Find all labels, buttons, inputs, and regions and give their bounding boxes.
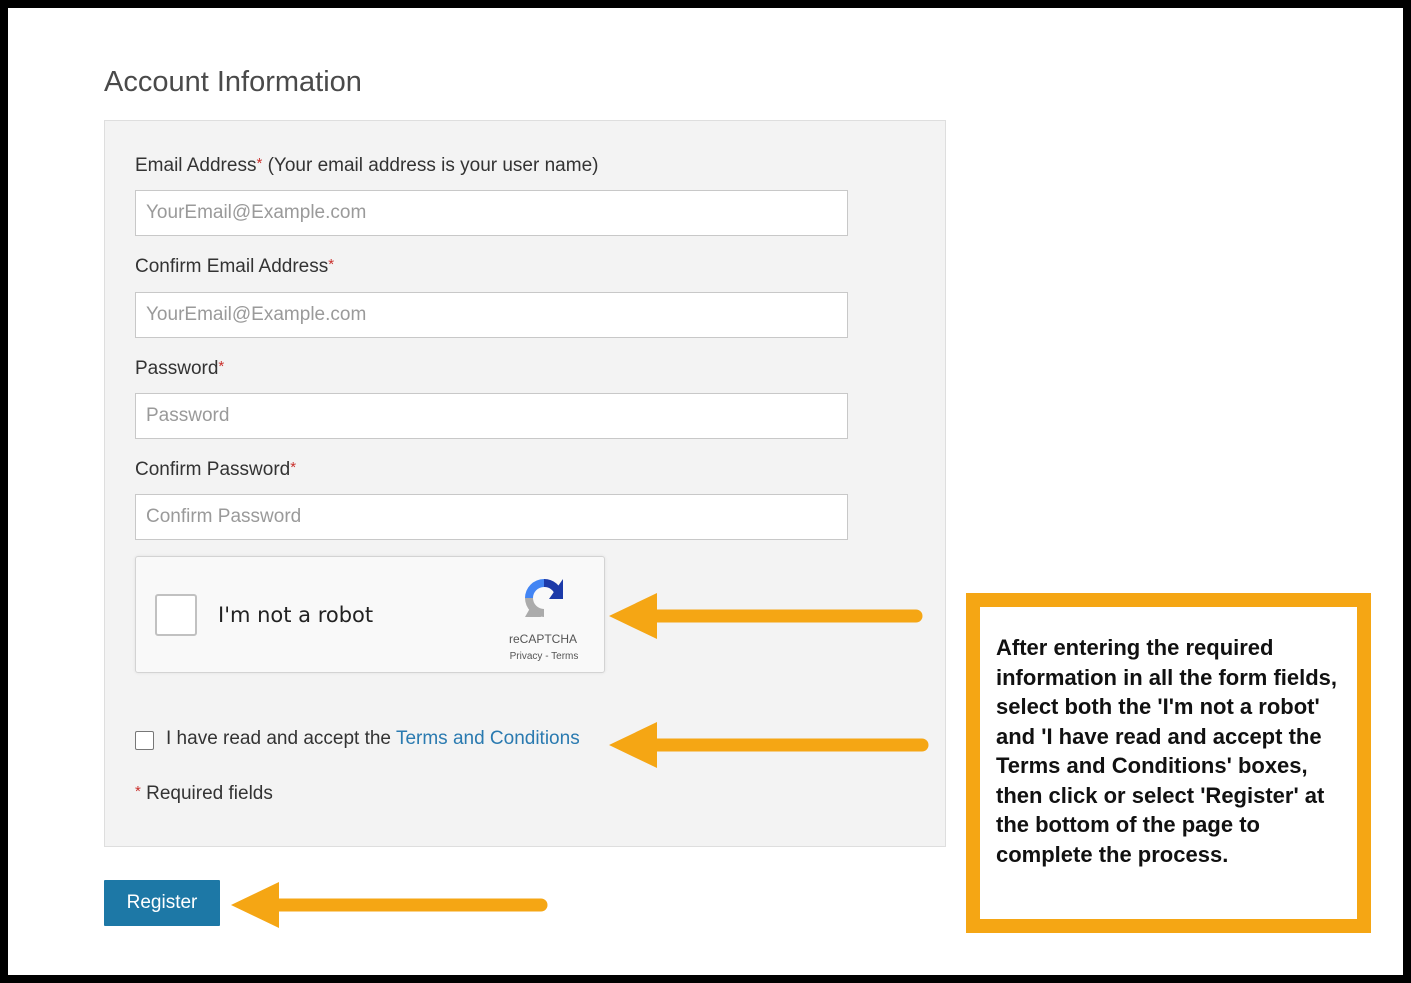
terms-label: I have read and accept the Terms and Con…	[166, 728, 580, 750]
confirm-email-field[interactable]	[135, 292, 848, 338]
confirm-password-field[interactable]	[135, 494, 848, 540]
recaptcha-privacy-link[interactable]: Privacy	[510, 651, 543, 662]
recaptcha-brand: reCAPTCHA	[508, 632, 577, 646]
screenshot-frame: Account Information Email Address* (Your…	[0, 0, 1411, 983]
required-note-text: Required fields	[140, 783, 273, 804]
email-field[interactable]	[135, 190, 848, 236]
password-label-text: Password	[135, 358, 219, 379]
recaptcha-terms-link[interactable]: Terms	[551, 651, 578, 662]
recaptcha-checkbox[interactable]	[155, 594, 197, 636]
confirm-password-label: Confirm Password*	[135, 459, 296, 481]
confirm-email-required-marker: *	[328, 256, 335, 273]
recaptcha-label: I'm not a robot	[218, 603, 374, 627]
page-title: Account Information	[104, 66, 362, 98]
email-label: Email Address* (Your email address is yo…	[135, 155, 598, 177]
email-hint: (Your email address is your user name)	[262, 155, 599, 176]
terms-and-conditions-link[interactable]: Terms and Conditions	[396, 728, 580, 749]
arrow-to-captcha-icon	[609, 593, 923, 639]
recaptcha-links: Privacy - Terms	[496, 651, 592, 662]
confirm-password-label-text: Confirm Password	[135, 459, 291, 480]
email-label-text: Email Address	[135, 155, 257, 176]
arrow-to-terms-icon	[609, 722, 929, 768]
terms-prefix: I have read and accept the	[166, 728, 396, 749]
recaptcha-logo-icon	[525, 578, 563, 617]
recaptcha-widget: I'm not a robot reCAPTCHA Privacy - Term…	[135, 556, 605, 673]
password-required-marker: *	[218, 358, 225, 375]
password-field[interactable]	[135, 393, 848, 439]
terms-checkbox[interactable]	[135, 731, 154, 750]
register-button[interactable]: Register	[104, 880, 220, 926]
password-label: Password*	[135, 358, 224, 380]
confirm-email-label: Confirm Email Address*	[135, 256, 334, 278]
recaptcha-link-separator: -	[542, 651, 552, 662]
confirm-password-required-marker: *	[290, 459, 297, 476]
required-fields-note: * Required fields	[135, 783, 273, 805]
instruction-callout: After entering the required information …	[966, 593, 1371, 933]
arrow-to-register-icon	[231, 882, 548, 928]
confirm-email-label-text: Confirm Email Address	[135, 256, 329, 277]
